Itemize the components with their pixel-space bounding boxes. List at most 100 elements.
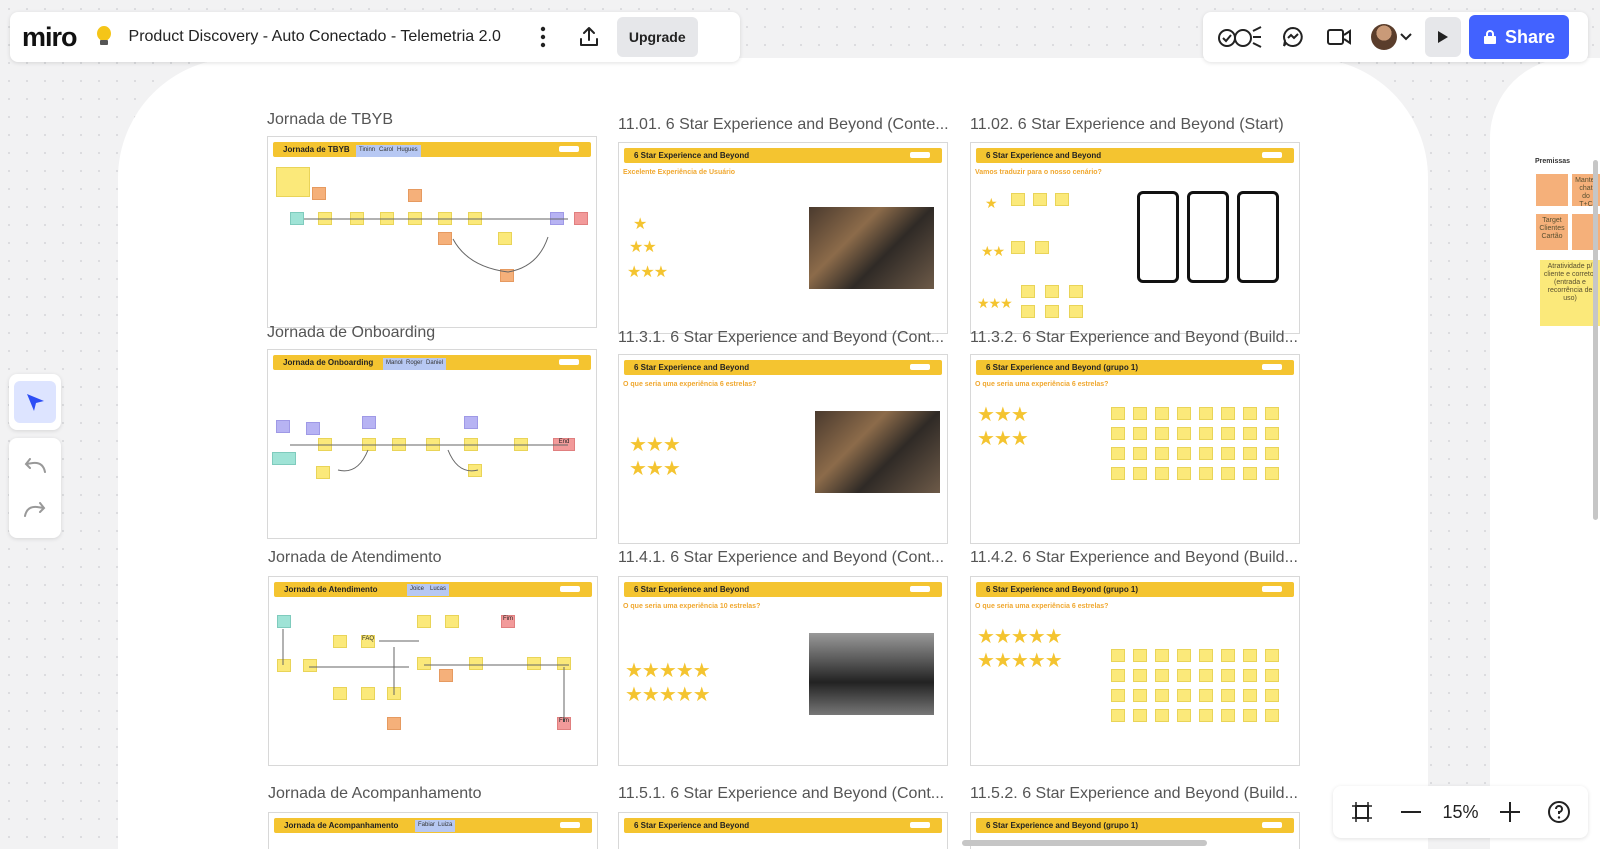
sticky-note xyxy=(1177,669,1191,682)
sticky-note xyxy=(1155,669,1169,682)
video-call-button[interactable] xyxy=(1321,19,1357,55)
sticky-note xyxy=(1265,407,1279,420)
zoom-controls: 15% xyxy=(1333,786,1588,838)
board-header: miro Product Discovery - Auto Conectado … xyxy=(10,12,740,62)
sticky-note xyxy=(1177,427,1191,440)
frame-title[interactable]: 11.5.2. 6 Star Experience and Beyond (Bu… xyxy=(970,785,1298,803)
zoom-level[interactable]: 15% xyxy=(1442,802,1478,823)
hotel-room-image xyxy=(815,411,940,493)
cursor-arrow-icon xyxy=(27,394,44,411)
sticky-note[interactable]: Atratividade p/ cliente e corretor (entr… xyxy=(1540,260,1600,326)
sticky-note xyxy=(1199,669,1213,682)
select-tool-button[interactable] xyxy=(14,381,56,423)
lightbulb-icon[interactable] xyxy=(95,26,113,48)
star-rating-icon: ★★★ xyxy=(977,295,1013,311)
star-rating-icon: ★★★★★ xyxy=(625,684,711,706)
star-rating-icon: ★★★ xyxy=(977,428,1029,450)
sticky-note xyxy=(1069,285,1083,298)
sticky-note xyxy=(1133,407,1147,420)
frame-title[interactable]: 11.5.1. 6 Star Experience and Beyond (Co… xyxy=(618,785,944,803)
redo-button[interactable] xyxy=(17,492,53,528)
avatar-dropdown-button[interactable] xyxy=(1397,19,1415,55)
frame-header: 6 Star Experience and Beyond xyxy=(624,148,942,163)
frame-title[interactable]: 11.4.2. 6 Star Experience and Beyond (Bu… xyxy=(970,549,1298,567)
sticky-note xyxy=(1177,447,1191,460)
frame-6-star-build-1[interactable]: 6 Star Experience and Beyond (grupo 1) O… xyxy=(970,354,1300,544)
undo-icon xyxy=(24,458,46,473)
share-button[interactable]: Share xyxy=(1469,15,1570,59)
flow-connectors xyxy=(290,444,568,472)
sticky-note xyxy=(1221,689,1235,702)
sticky-note[interactable] xyxy=(1536,174,1568,206)
sticky-note xyxy=(1243,447,1257,460)
sticky-note xyxy=(1221,447,1235,460)
sticky-note xyxy=(1111,467,1125,480)
premises-label: Premissas xyxy=(1535,158,1571,165)
sticky-note xyxy=(1133,669,1147,682)
frame-title[interactable]: 11.01. 6 Star Experience and Beyond (Con… xyxy=(618,116,949,134)
sticky-note[interactable]: Target Clientes Cartão xyxy=(1536,214,1568,250)
frame-title[interactable]: Jornada de Acompanhamento xyxy=(268,785,481,803)
participant-chip: Luiza xyxy=(435,820,456,832)
sticky-note xyxy=(1035,241,1049,254)
sticky-note xyxy=(1199,407,1213,420)
vertical-dots-icon xyxy=(540,26,546,48)
frame-jornada-onboarding[interactable]: Jornada de Onboarding Manoli Roger Danie… xyxy=(267,349,597,539)
sticky-note xyxy=(1177,407,1191,420)
frame-title[interactable]: Jornada de Atendimento xyxy=(268,549,441,567)
reactions-button[interactable] xyxy=(1215,19,1265,55)
horizontal-scrollbar[interactable] xyxy=(962,840,1207,846)
chat-icon xyxy=(1283,26,1303,47)
comments-button[interactable] xyxy=(1275,19,1311,55)
frame-6-star-context-4[interactable]: 6 Star Experience and Beyond xyxy=(618,812,948,849)
fit-to-screen-button[interactable] xyxy=(1344,794,1380,830)
frame-jornada-atendimento[interactable]: Jornada de Atendimento Joice Lucas FAQ F… xyxy=(268,576,598,766)
phone-mockup xyxy=(1137,191,1179,283)
zoom-out-button[interactable] xyxy=(1393,794,1429,830)
sticky-note xyxy=(1199,709,1213,722)
frame-title[interactable]: Jornada de Onboarding xyxy=(267,324,435,342)
sticky-note xyxy=(1265,467,1279,480)
frame-header: 6 Star Experience and Beyond xyxy=(624,360,942,375)
zoom-in-button[interactable] xyxy=(1492,794,1528,830)
sticky-note xyxy=(1111,709,1125,722)
sticky-note xyxy=(1265,689,1279,702)
export-button[interactable] xyxy=(571,19,607,55)
help-button[interactable] xyxy=(1541,794,1577,830)
flow-connectors xyxy=(304,218,568,273)
sticky-note xyxy=(1265,427,1279,440)
sticky-note xyxy=(1177,467,1191,480)
star-rating-icon: ★★★ xyxy=(629,434,681,456)
user-avatar[interactable] xyxy=(1371,24,1397,50)
undo-button[interactable] xyxy=(17,448,53,484)
video-camera-icon xyxy=(1327,29,1351,45)
upgrade-button[interactable]: Upgrade xyxy=(616,17,698,57)
vertical-scrollbar[interactable] xyxy=(1593,160,1598,520)
frame-6-star-build-2[interactable]: 6 Star Experience and Beyond (grupo 1) O… xyxy=(970,576,1300,766)
frame-header: 6 Star Experience and Beyond (grupo 1) xyxy=(976,582,1294,597)
frame-6-star-context[interactable]: 6 Star Experience and Beyond Excelente E… xyxy=(618,142,948,334)
frame-title[interactable]: 11.3.1. 6 Star Experience and Beyond (Co… xyxy=(618,329,944,347)
more-options-button[interactable] xyxy=(525,19,561,55)
miro-logo[interactable]: miro xyxy=(22,22,78,53)
frame-jornada-tbyb[interactable]: Jornada de TBYB Tininn Carol Hugues xyxy=(267,136,597,328)
flow-connectors xyxy=(282,629,569,722)
history-toolbar xyxy=(9,438,61,538)
board-title[interactable]: Product Discovery - Auto Conectado - Tel… xyxy=(129,28,501,46)
frame-title[interactable]: 11.4.1. 6 Star Experience and Beyond (Co… xyxy=(618,549,944,567)
sticky-note xyxy=(1243,407,1257,420)
sticky-note xyxy=(1199,447,1213,460)
sticky-note xyxy=(1155,427,1169,440)
frame-title[interactable]: Jornada de TBYB xyxy=(267,111,393,129)
frame-6-star-context-3[interactable]: 6 Star Experience and Beyond O que seria… xyxy=(618,576,948,766)
presentation-button[interactable] xyxy=(1425,17,1461,57)
frame-title[interactable]: 11.3.2. 6 Star Experience and Beyond (Bu… xyxy=(970,329,1298,347)
frame-6-star-context-2[interactable]: 6 Star Experience and Beyond O que seria… xyxy=(618,354,948,544)
frame-title[interactable]: 11.02. 6 Star Experience and Beyond (Sta… xyxy=(970,116,1284,134)
hotel-room-image xyxy=(809,207,934,289)
frame-jornada-acompanhamento[interactable]: Jornada de Acompanhamento Fabian Luiza xyxy=(268,812,598,849)
star-rating-icon: ★★ xyxy=(629,239,657,256)
sticky-note xyxy=(1133,447,1147,460)
frame-6-star-start[interactable]: 6 Star Experience and Beyond Vamos tradu… xyxy=(970,142,1300,334)
phone-mockup xyxy=(1237,191,1279,283)
